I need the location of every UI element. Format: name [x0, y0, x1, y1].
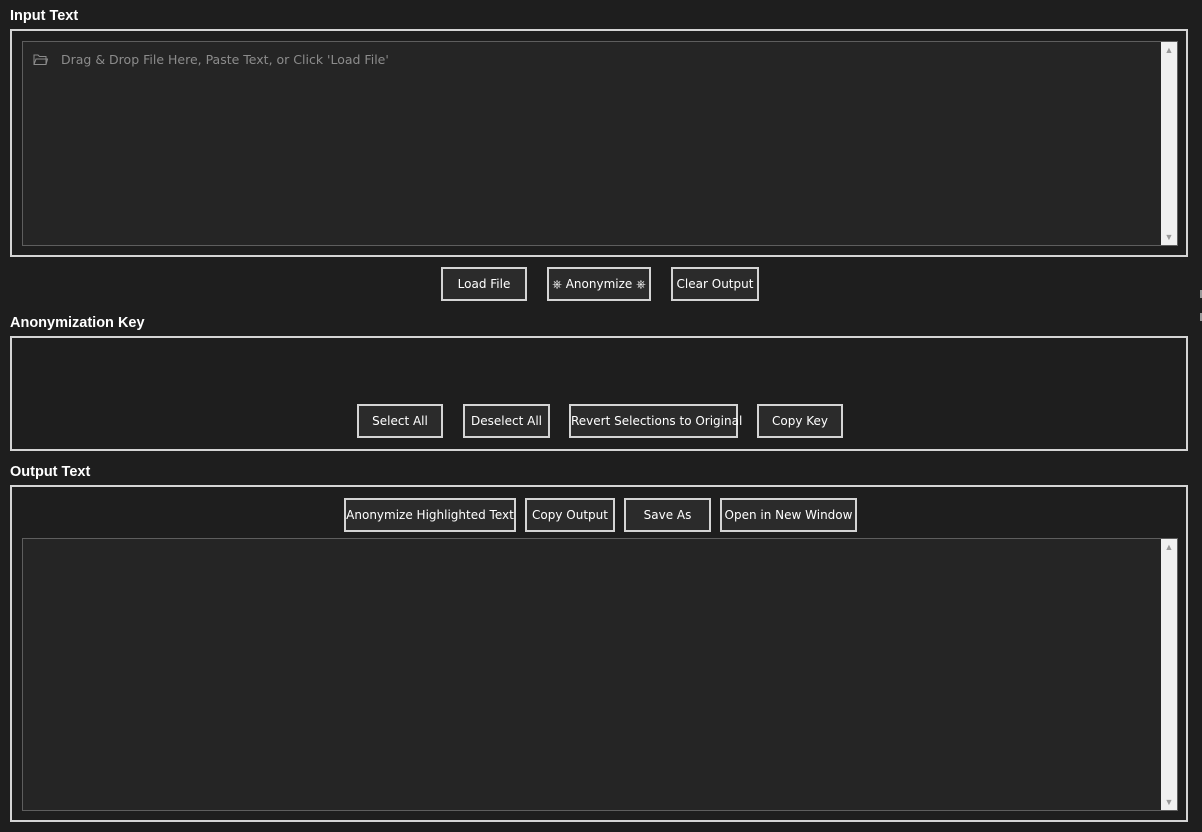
input-text-frame: Drag & Drop File Here, Paste Text, or Cl… — [10, 29, 1188, 257]
anonymization-key-frame: Select All Deselect All Revert Selection… — [10, 336, 1188, 451]
deselect-all-button[interactable]: Deselect All — [463, 404, 550, 438]
load-file-button[interactable]: Load File — [441, 267, 527, 301]
open-new-window-button[interactable]: Open in New Window — [720, 498, 857, 532]
scroll-up-icon[interactable]: ▲ — [1161, 540, 1177, 554]
output-textarea[interactable]: ▲ ▼ — [22, 538, 1178, 811]
copy-output-button[interactable]: Copy Output — [525, 498, 615, 532]
anonymize-button[interactable]: ⎈ Anonymize ⎈ — [547, 267, 651, 301]
folder-icon — [33, 54, 48, 65]
scroll-up-icon[interactable]: ▲ — [1161, 43, 1177, 57]
anonymization-key-title: Anonymization Key — [10, 315, 145, 331]
input-scrollbar[interactable]: ▲ ▼ — [1161, 42, 1177, 245]
save-as-button[interactable]: Save As — [624, 498, 711, 532]
input-textarea[interactable]: Drag & Drop File Here, Paste Text, or Cl… — [22, 41, 1178, 246]
select-all-button[interactable]: Select All — [357, 404, 443, 438]
copy-key-button[interactable]: Copy Key — [757, 404, 843, 438]
input-text-title: Input Text — [10, 8, 79, 24]
clear-output-button[interactable]: Clear Output — [671, 267, 759, 301]
anonymize-highlighted-button[interactable]: Anonymize Highlighted Text — [344, 498, 516, 532]
scroll-down-icon[interactable]: ▼ — [1161, 795, 1177, 809]
revert-selections-button[interactable]: Revert Selections to Original — [569, 404, 742, 438]
output-scrollbar[interactable]: ▲ ▼ — [1161, 539, 1177, 810]
output-text-frame: Anonymize Highlighted Text Copy Output S… — [10, 485, 1188, 822]
output-text-title: Output Text — [10, 464, 91, 480]
scroll-down-icon[interactable]: ▼ — [1161, 230, 1177, 244]
input-placeholder: Drag & Drop File Here, Paste Text, or Cl… — [61, 52, 389, 67]
